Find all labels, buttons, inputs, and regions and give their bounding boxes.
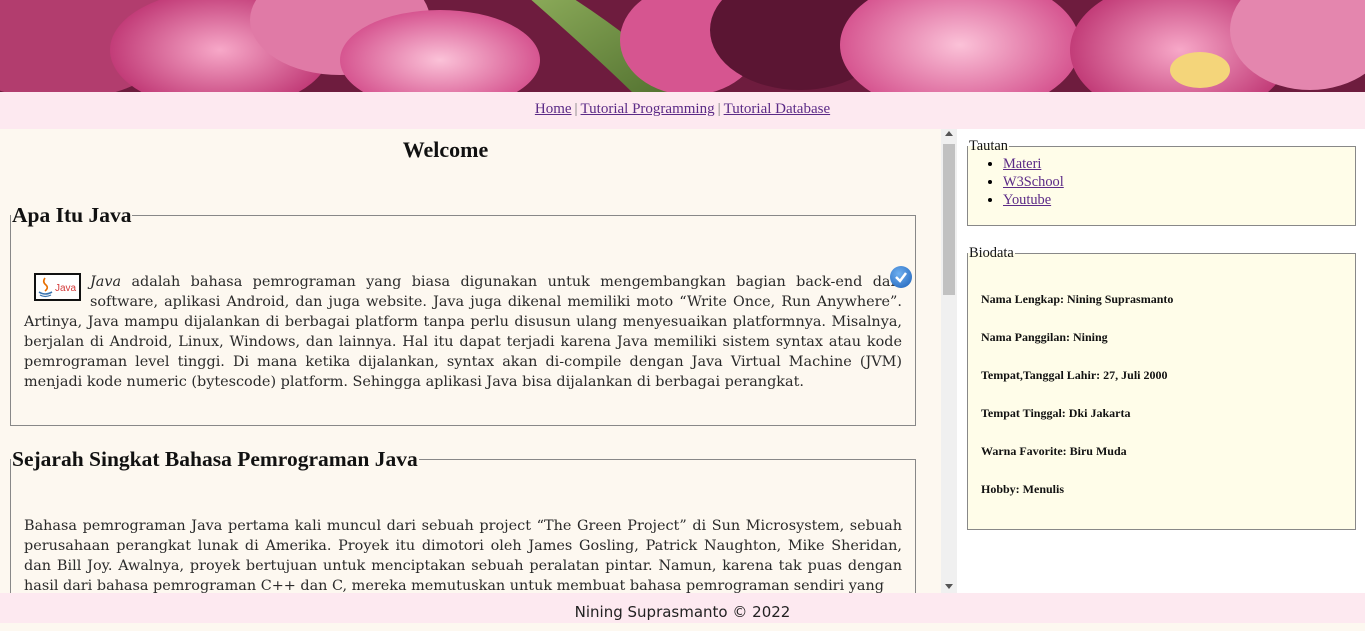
section-heading: Sejarah Singkat Bahasa Pemrograman Java [12,447,418,471]
main-scrollbar[interactable] [941,129,957,593]
bio-hobby: Hobby: Menulis [981,482,1065,496]
bio-favorite-color: Warna Favorite: Biru Muda [981,444,1127,458]
nav-link-tutorial-programming[interactable]: Tutorial Programming [581,101,715,117]
java-logo-text: Java [55,283,77,294]
main-content[interactable]: Welcome Apa Itu Java Java Java adalah ba… [0,129,941,593]
list-item: Materi [1003,155,1355,173]
links-list: Materi W3School Youtube [981,155,1355,209]
nav-separator: | [717,101,721,117]
bio-birth: Tempat,Tanggal Lahir: 27, Juli 2000 [981,368,1168,382]
page-title: Welcome [402,137,489,162]
section-paragraph: Bahasa pemrograman Java pertama kali mun… [24,518,902,593]
section-sejarah-java: Sejarah Singkat Bahasa Pemrograman Java … [10,447,916,593]
links-box-title: Tautan [969,138,1008,154]
header-banner-image [0,0,1365,92]
checkmark-icon [890,266,912,288]
links-box: Tautan Materi W3School Youtube [967,138,1356,226]
footer-copyright: Nining Suprasmanto © 2022 [574,603,791,621]
footer: Nining Suprasmanto © 2022 [0,593,1365,623]
section-paragraph: Java adalah bahasa pemrograman yang bias… [24,272,915,392]
java-lead-word: Java [90,274,122,290]
bio-full-name: Nama Lengkap: Nining Suprasmanto [981,292,1174,306]
sidebar: Tautan Materi W3School Youtube Biodata N… [957,129,1365,593]
java-logo-image: Java [34,273,81,301]
section-apa-itu-java: Apa Itu Java Java Java adalah bahasa pem… [10,203,916,426]
nav-link-home[interactable]: Home [535,101,572,117]
scrollbar-thumb[interactable] [943,144,955,295]
nav-separator: | [574,101,578,117]
section-heading: Apa Itu Java [12,203,132,227]
link-youtube[interactable]: Youtube [1003,192,1051,208]
scroll-down-arrow-icon[interactable] [945,584,953,589]
nav-link-tutorial-database[interactable]: Tutorial Database [724,101,831,117]
top-navigation: Home | Tutorial Programming | Tutorial Datab… [0,92,1365,129]
link-w3school[interactable]: W3School [1003,174,1064,190]
bio-nickname: Nama Panggilan: Nining [981,330,1108,344]
link-materi[interactable]: Materi [1003,156,1041,172]
orchid-flowers-image [0,0,1365,92]
bio-residence: Tempat Tinggal: Dki Jakarta [981,406,1131,420]
list-item: Youtube [1003,191,1355,209]
biodata-box-title: Biodata [969,245,1014,261]
list-item: W3School [1003,173,1355,191]
section-paragraph-text: adalah bahasa pemrograman yang biasa dig… [24,274,902,390]
biodata-box: Biodata Nama Lengkap: Nining Suprasmanto… [967,245,1356,530]
scroll-up-arrow-icon[interactable] [945,131,953,136]
